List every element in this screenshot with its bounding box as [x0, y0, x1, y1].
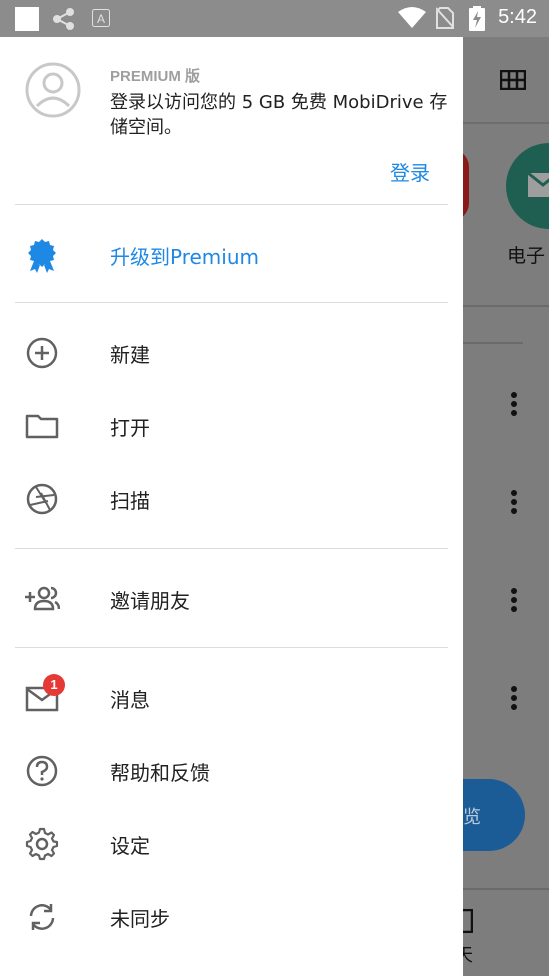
- camera-shutter-icon: [26, 483, 58, 515]
- notification-badge: 1: [43, 674, 65, 696]
- menu-item-new[interactable]: 新建: [0, 319, 463, 385]
- background-app-scrim[interactable]: 电子 览 天: [463, 37, 549, 976]
- menu-item-unsynced[interactable]: 未同步: [0, 883, 463, 949]
- upgrade-premium-item[interactable]: 升级到Premium: [0, 221, 463, 287]
- browse-fab[interactable]: 览: [463, 779, 525, 851]
- email-app-icon[interactable]: [506, 143, 549, 229]
- menu-item-invite[interactable]: 邀请朋友: [0, 565, 463, 631]
- notification-icon: [15, 7, 39, 31]
- menu-item-invite-label: 邀请朋友: [110, 589, 190, 613]
- help-icon: [26, 755, 58, 787]
- divider: [15, 548, 448, 549]
- menu-item-settings-label: 设定: [110, 834, 150, 858]
- share-icon: [53, 8, 74, 30]
- browse-fab-label: 览: [463, 807, 481, 828]
- menu-item-new-label: 新建: [110, 343, 150, 367]
- add-people-icon: [25, 586, 60, 611]
- tab-icon: [463, 909, 473, 933]
- divider: [15, 204, 448, 205]
- menu-item-open[interactable]: 打开: [0, 392, 463, 458]
- upgrade-premium-label: 升级到Premium: [110, 245, 259, 269]
- battery-charging-icon: [469, 6, 485, 31]
- more-options-icon[interactable]: [511, 392, 517, 419]
- grid-view-icon: [500, 70, 526, 90]
- red-app-icon: [463, 149, 469, 221]
- menu-item-scan[interactable]: 扫描: [0, 465, 463, 531]
- font-icon: A: [92, 9, 110, 27]
- account-avatar-icon[interactable]: [25, 62, 81, 118]
- premium-tag: PREMIUM 版: [110, 68, 201, 85]
- status-bar: A 5:42: [0, 0, 549, 37]
- menu-item-help[interactable]: 帮助和反馈: [0, 737, 463, 803]
- menu-item-help-label: 帮助和反馈: [110, 761, 210, 785]
- email-app-label: 电子: [507, 245, 546, 267]
- more-options-icon[interactable]: [511, 588, 517, 615]
- premium-badge-icon: [28, 239, 56, 273]
- svg-text:A: A: [97, 12, 105, 26]
- menu-item-unsynced-label: 未同步: [110, 907, 170, 931]
- menu-item-messages-label: 消息: [110, 688, 150, 712]
- menu-item-scan-label: 扫描: [110, 489, 150, 513]
- divider: [15, 302, 448, 303]
- login-button[interactable]: 登录: [390, 157, 430, 186]
- bottom-tab-label[interactable]: 天: [463, 941, 473, 967]
- navigation-drawer: PREMIUM 版 登录以访问您的 5 GB 免费 MobiDrive 存储空间…: [0, 37, 463, 976]
- divider: [15, 647, 448, 648]
- menu-item-settings[interactable]: 设定: [0, 810, 463, 876]
- sync-icon: [29, 904, 55, 930]
- menu-item-open-label: 打开: [110, 416, 150, 440]
- no-sim-icon: [436, 7, 454, 29]
- more-options-icon[interactable]: [511, 490, 517, 517]
- folder-icon: [25, 414, 59, 439]
- menu-item-messages[interactable]: 1 消息: [0, 664, 463, 730]
- clock: 5:42: [498, 6, 537, 28]
- account-description: 登录以访问您的 5 GB 免费 MobiDrive 存储空间。: [110, 92, 448, 138]
- more-options-icon[interactable]: [511, 686, 517, 713]
- add-circle-icon: [26, 337, 58, 369]
- wifi-icon: [398, 7, 426, 28]
- gear-icon: [25, 827, 59, 861]
- envelope-icon: [528, 173, 549, 197]
